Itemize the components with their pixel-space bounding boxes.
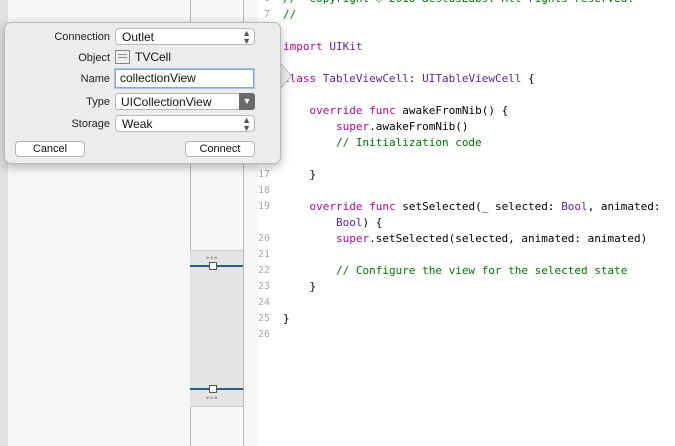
resize-handle-bottom[interactable] <box>209 385 217 393</box>
name-label: Name <box>80 73 110 85</box>
storage-row: Storage Weak ▲ ▼ <box>5 115 280 135</box>
name-field-value: collectionView <box>120 71 196 85</box>
type-value: UICollectionView <box>121 95 212 109</box>
storage-label: Storage <box>71 118 110 130</box>
code-line[interactable]: Bool) { <box>283 216 382 229</box>
storage-popup[interactable]: Weak ▲ ▼ <box>115 115 255 133</box>
table-cell-icon <box>115 49 130 64</box>
line-number: 17 <box>258 169 271 180</box>
code-line[interactable]: // Configure the view for the selected s… <box>283 264 627 277</box>
updown-arrows-icon: ▲ ▼ <box>242 28 251 46</box>
type-row: Type UICollectionView ▼ <box>5 93 280 113</box>
line-number: 7 <box>263 9 270 20</box>
line-number: 24 <box>258 297 271 308</box>
code-editor[interactable]: 6 // Copyright © 2018 aestusLabs. All rig… <box>258 0 675 446</box>
connection-popup[interactable]: Outlet ▲ ▼ <box>115 28 255 46</box>
object-row: Object TVCell <box>5 49 280 69</box>
connect-button[interactable]: Connect <box>185 141 255 157</box>
code-line[interactable]: super.awakeFromNib() <box>283 120 468 133</box>
outlet-connection-popover: Connection Outlet ▲ ▼ Object TVCell Name … <box>4 22 281 164</box>
drag-dots-icon: ••• <box>206 393 219 403</box>
code-line[interactable]: // Initialization code <box>283 136 482 149</box>
code-line[interactable]: } <box>283 312 290 325</box>
type-label: Type <box>86 96 110 108</box>
connection-value: Outlet <box>122 30 155 44</box>
line-number: 21 <box>258 249 271 260</box>
code-line[interactable]: super.setSelected(selected, animated: an… <box>283 232 647 245</box>
code-line[interactable]: override func setSelected(_ selected: Bo… <box>283 200 661 213</box>
line-number: 26 <box>258 329 271 340</box>
chevron-down-icon[interactable]: ▼ <box>239 93 255 110</box>
line-number: 19 <box>258 201 271 212</box>
cancel-button[interactable]: Cancel <box>15 141 85 157</box>
table-view-cell[interactable]: ••• ••• <box>190 250 243 407</box>
connection-label: Connection <box>54 31 110 43</box>
updown-arrows-icon: ▲ ▼ <box>242 115 251 133</box>
code-line[interactable]: } <box>283 280 316 293</box>
code-line[interactable]: override func awakeFromNib() { <box>283 104 509 117</box>
object-value-container: TVCell <box>115 49 171 66</box>
resize-handle-top[interactable] <box>209 262 217 270</box>
code-line[interactable]: import UIKit <box>283 40 363 53</box>
code-line[interactable]: } <box>283 168 316 181</box>
code-line[interactable]: // <box>283 8 296 21</box>
line-number: 18 <box>258 185 271 196</box>
connection-row: Connection Outlet ▲ ▼ <box>5 28 280 48</box>
name-text-field[interactable]: collectionView <box>115 69 254 88</box>
line-number: 20 <box>258 233 271 244</box>
code-line[interactable]: // Copyright © 2018 aestusLabs. All righ… <box>283 0 634 5</box>
storage-value: Weak <box>122 117 153 131</box>
name-row: Name collectionView <box>5 69 280 90</box>
line-number: 25 <box>258 313 271 324</box>
line-number: 23 <box>258 281 271 292</box>
object-value: TVCell <box>135 50 172 64</box>
line-number: 6 <box>258 0 270 4</box>
line-number: 22 <box>258 265 271 276</box>
type-combo-box[interactable]: UICollectionView ▼ <box>115 93 255 110</box>
code-line[interactable]: class TableViewCell: UITableViewCell { <box>283 72 535 85</box>
object-label: Object <box>78 52 110 64</box>
